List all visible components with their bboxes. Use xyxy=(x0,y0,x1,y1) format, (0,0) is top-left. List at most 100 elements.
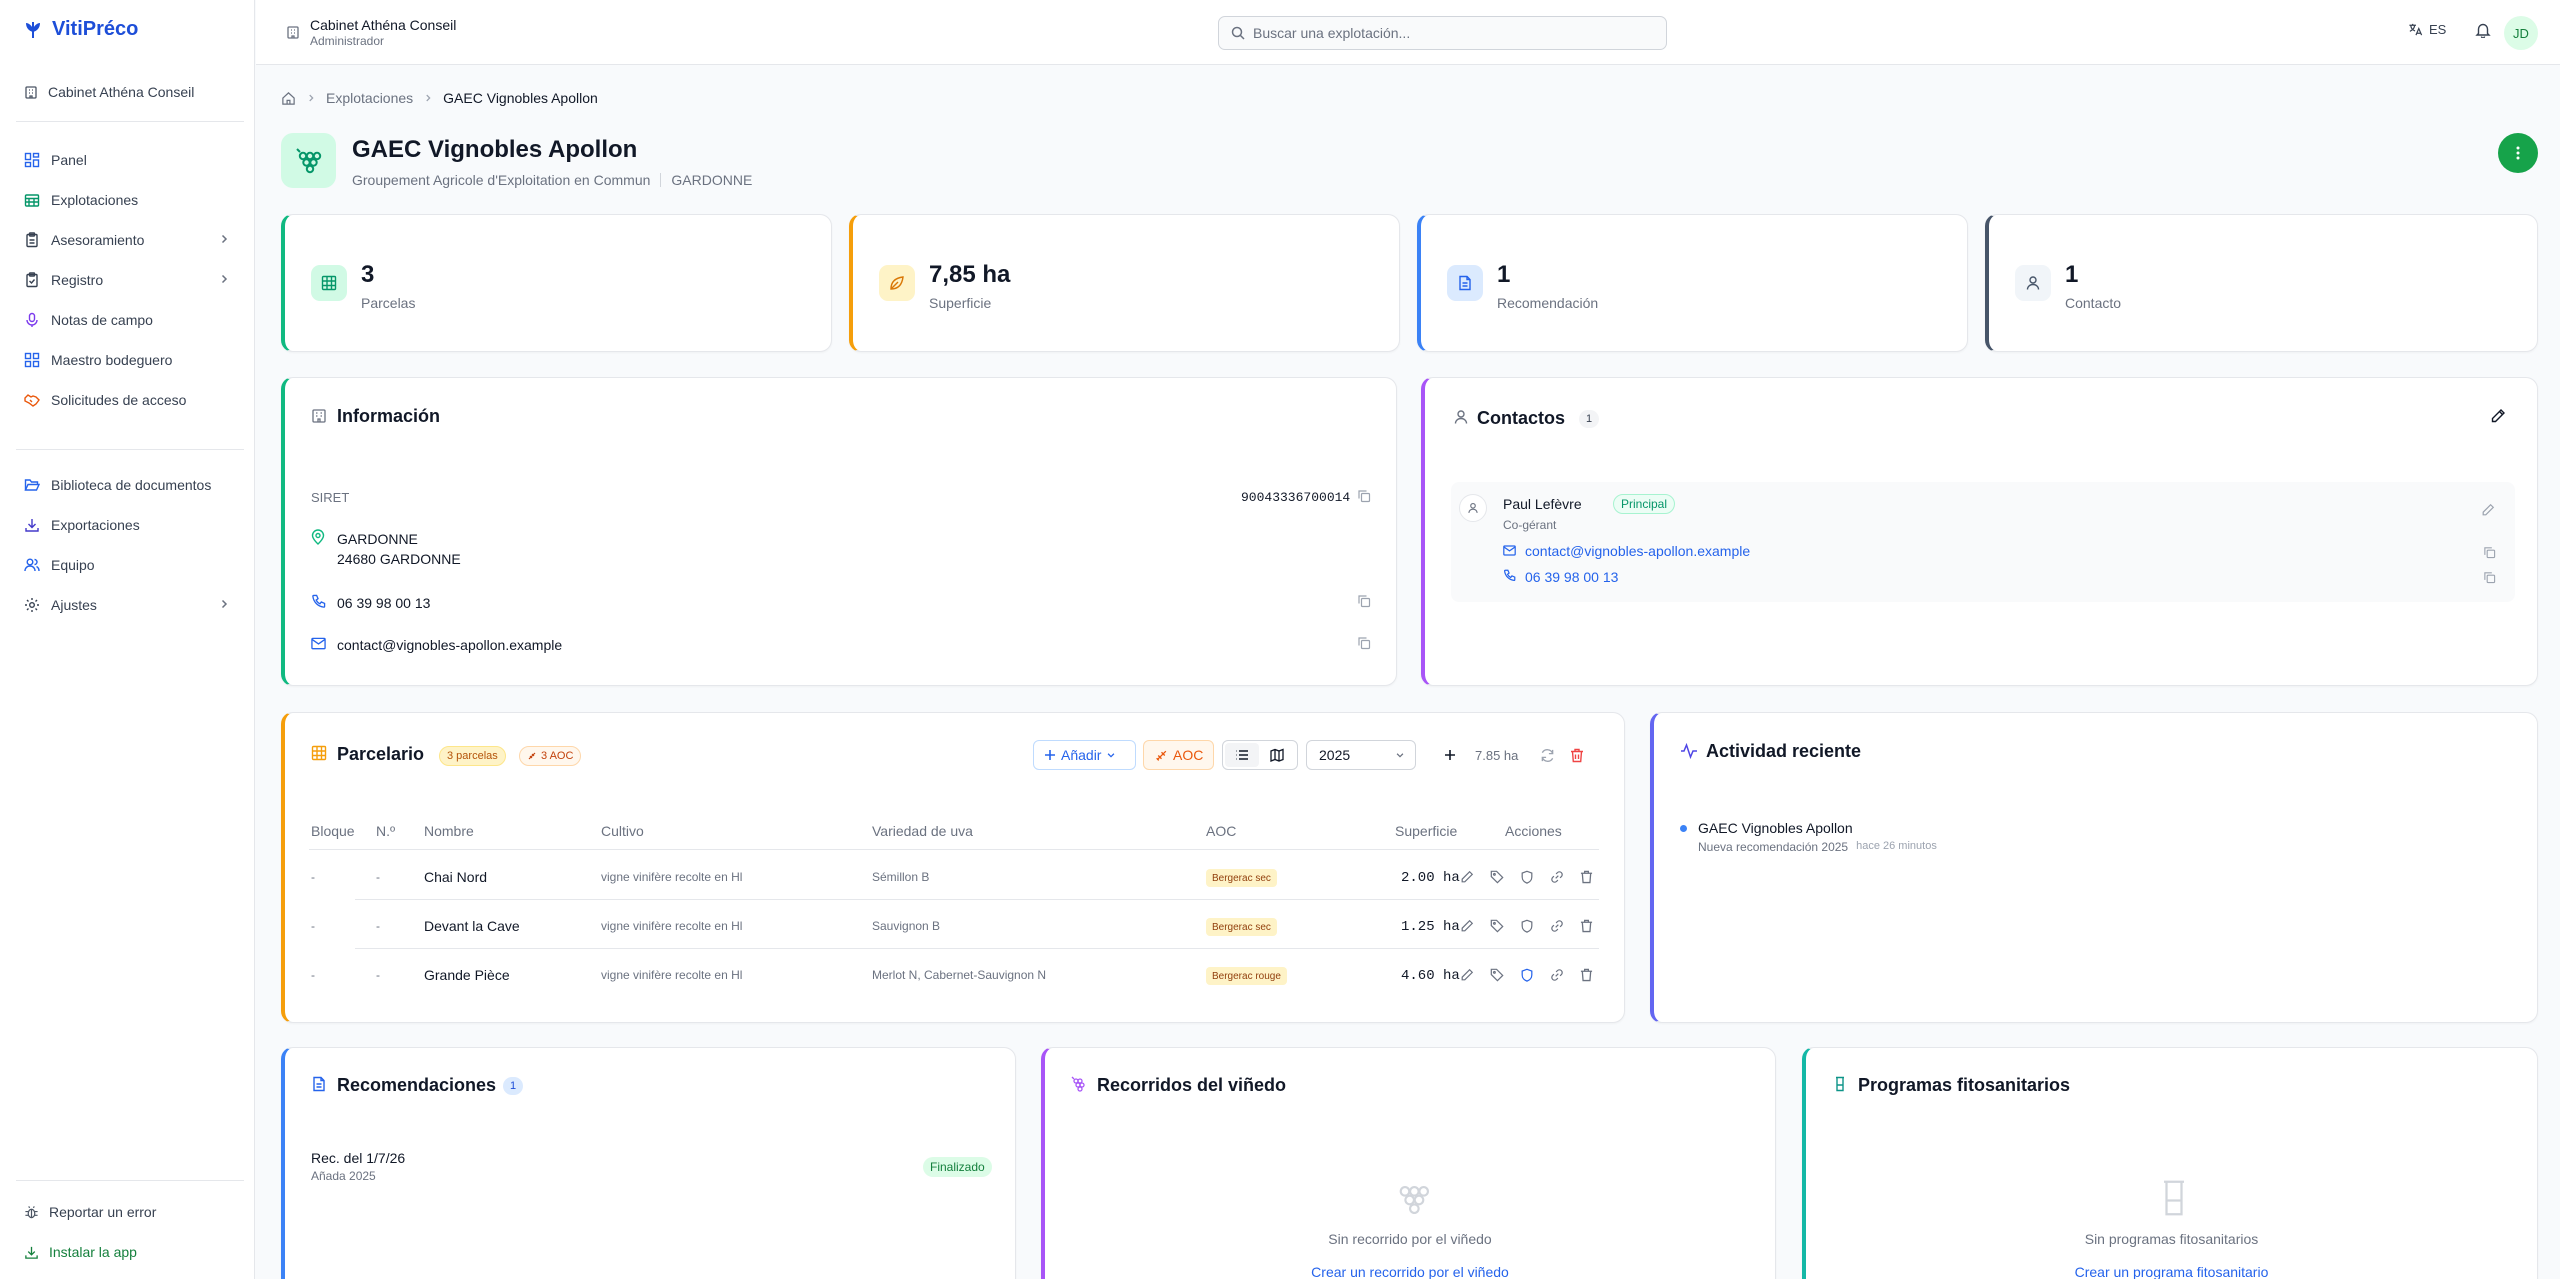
tag-icon[interactable] xyxy=(1490,870,1504,884)
refresh-icon[interactable] xyxy=(1540,748,1555,763)
tag-icon[interactable] xyxy=(1490,968,1504,982)
cabinet-label[interactable]: Cabinet Athéna Conseil xyxy=(24,84,194,100)
activity-item-title[interactable]: GAEC Vignobles Apollon xyxy=(1698,820,1853,836)
principal-badge: Principal xyxy=(1613,494,1676,514)
more-actions-button[interactable] xyxy=(2498,133,2538,173)
grid-icon xyxy=(24,352,40,368)
avatar[interactable]: JD xyxy=(2504,16,2538,50)
divider xyxy=(309,849,1599,850)
column-header: Variedad de uva xyxy=(872,823,973,839)
sidebar-item-panel[interactable]: Panel xyxy=(16,143,240,177)
aoc-count: 3 AOC xyxy=(541,750,574,762)
stat-card-contacto[interactable]: 1 Contacto xyxy=(1985,214,2538,352)
stat-label: Contacto xyxy=(2065,295,2122,311)
plus-icon[interactable] xyxy=(1444,749,1456,761)
document-icon xyxy=(311,1076,327,1092)
search-box[interactable] xyxy=(1218,16,1667,50)
chevron-down-icon xyxy=(1106,750,1116,760)
aoc-button[interactable]: AOC xyxy=(1143,740,1214,770)
copy-icon[interactable] xyxy=(1357,489,1371,503)
sidebar-item-label: Notas de campo xyxy=(51,312,153,328)
bug-icon xyxy=(24,1205,39,1220)
sidebar-item-solicitudes[interactable]: Solicitudes de acceso xyxy=(16,383,240,417)
install-app-button[interactable]: Instalar la app xyxy=(16,1237,137,1267)
total-area: 7.85 ha xyxy=(1475,748,1519,763)
search-icon xyxy=(1231,26,1245,40)
organization-switcher[interactable]: Cabinet Athéna Conseil Administrador xyxy=(286,12,730,52)
cell-nombre: Chai Nord xyxy=(424,869,488,885)
sidebar-item-maestro-bodeguero[interactable]: Maestro bodeguero xyxy=(16,343,240,377)
app-logo[interactable]: VitiPréco xyxy=(24,18,138,41)
chevron-right-icon xyxy=(423,93,433,103)
shield-icon[interactable] xyxy=(1520,919,1534,933)
cell-num: - xyxy=(376,919,380,933)
stat-label: Recomendación xyxy=(1497,295,1599,311)
contact-item: Paul Lefèvre Principal Co-gérant contact… xyxy=(1451,482,2515,602)
sidebar-item-registro[interactable]: Registro xyxy=(16,263,240,297)
flask-icon xyxy=(1832,1076,1848,1092)
contact-email-link[interactable]: contact@vignobles-apollon.example xyxy=(1525,543,1750,559)
copy-icon[interactable] xyxy=(2483,571,2496,584)
trash-icon[interactable] xyxy=(1580,968,1593,982)
pencil-icon[interactable] xyxy=(2481,503,2495,517)
pencil-icon[interactable] xyxy=(2490,408,2506,424)
contact-name: Paul Lefèvre xyxy=(1503,496,1582,512)
mail-icon xyxy=(311,637,326,650)
create-programa-link[interactable]: Crear un programa fitosanitario xyxy=(1806,1264,2537,1279)
link-icon[interactable] xyxy=(1550,919,1564,933)
pencil-icon[interactable] xyxy=(1460,870,1474,884)
column-header: Nombre xyxy=(424,823,474,839)
chevron-right-icon xyxy=(218,233,230,245)
sidebar-divider xyxy=(16,449,244,450)
link-icon[interactable] xyxy=(1550,870,1564,884)
stat-card-recomendacion[interactable]: 1 Recomendación xyxy=(1417,214,1968,352)
shield-icon[interactable] xyxy=(1520,968,1534,982)
divider xyxy=(355,899,1599,900)
link-icon[interactable] xyxy=(1550,968,1564,982)
stat-value: 3 xyxy=(361,261,375,288)
flask-icon xyxy=(2154,1178,2194,1218)
trash-icon[interactable] xyxy=(1570,748,1584,763)
pencil-icon[interactable] xyxy=(1460,968,1474,982)
user-icon xyxy=(2015,265,2051,301)
search-input[interactable] xyxy=(1253,25,1633,41)
building-icon xyxy=(24,85,38,99)
home-icon[interactable] xyxy=(281,91,296,106)
stat-card-parcelas[interactable]: 3 Parcelas xyxy=(281,214,832,352)
stat-card-superficie[interactable]: 7,85 ha Superficie xyxy=(849,214,1400,352)
shield-icon[interactable] xyxy=(1520,870,1534,884)
tag-icon[interactable] xyxy=(1490,919,1504,933)
recommendations-card: Recomendaciones 1 Rec. del 1/7/26 Añada … xyxy=(281,1047,1016,1279)
sidebar-item-exportaciones[interactable]: Exportaciones xyxy=(16,508,240,542)
sidebar-item-ajustes[interactable]: Ajustes xyxy=(16,588,240,622)
page-title: GAEC Vignobles Apollon xyxy=(352,136,638,163)
map-pin-icon xyxy=(311,529,325,545)
grid-icon xyxy=(311,745,327,761)
user-icon xyxy=(1453,409,1469,425)
column-header: Cultivo xyxy=(601,823,644,839)
sidebar-item-notas-de-campo[interactable]: Notas de campo xyxy=(16,303,240,337)
create-recorrido-link[interactable]: Crear un recorrido por el viñedo xyxy=(1045,1264,1775,1279)
add-button[interactable]: Añadir xyxy=(1033,740,1136,770)
phone-icon xyxy=(311,594,326,609)
sidebar-item-explotaciones[interactable]: Explotaciones xyxy=(16,183,240,217)
bell-icon[interactable] xyxy=(2475,22,2491,38)
trash-icon[interactable] xyxy=(1580,870,1593,884)
copy-icon[interactable] xyxy=(2483,546,2496,559)
grid-icon xyxy=(311,265,347,301)
language-switcher[interactable]: ES xyxy=(2408,22,2446,37)
trash-icon[interactable] xyxy=(1580,919,1593,933)
pencil-icon[interactable] xyxy=(1460,919,1474,933)
cell-num: - xyxy=(376,968,380,982)
copy-icon[interactable] xyxy=(1357,636,1371,650)
year-select[interactable]: 2025 xyxy=(1306,740,1416,770)
contact-phone-link[interactable]: 06 39 98 00 13 xyxy=(1525,569,1618,585)
sidebar-item-biblioteca[interactable]: Biblioteca de documentos xyxy=(16,468,240,502)
report-bug-button[interactable]: Reportar un error xyxy=(16,1197,156,1227)
copy-icon[interactable] xyxy=(1357,594,1371,608)
sidebar-item-asesoramiento[interactable]: Asesoramiento xyxy=(16,223,240,257)
map-view-icon[interactable] xyxy=(1259,743,1295,767)
list-view-icon[interactable] xyxy=(1225,743,1259,767)
sidebar-item-equipo[interactable]: Equipo xyxy=(16,548,240,582)
breadcrumb-explotaciones[interactable]: Explotaciones xyxy=(326,90,413,106)
